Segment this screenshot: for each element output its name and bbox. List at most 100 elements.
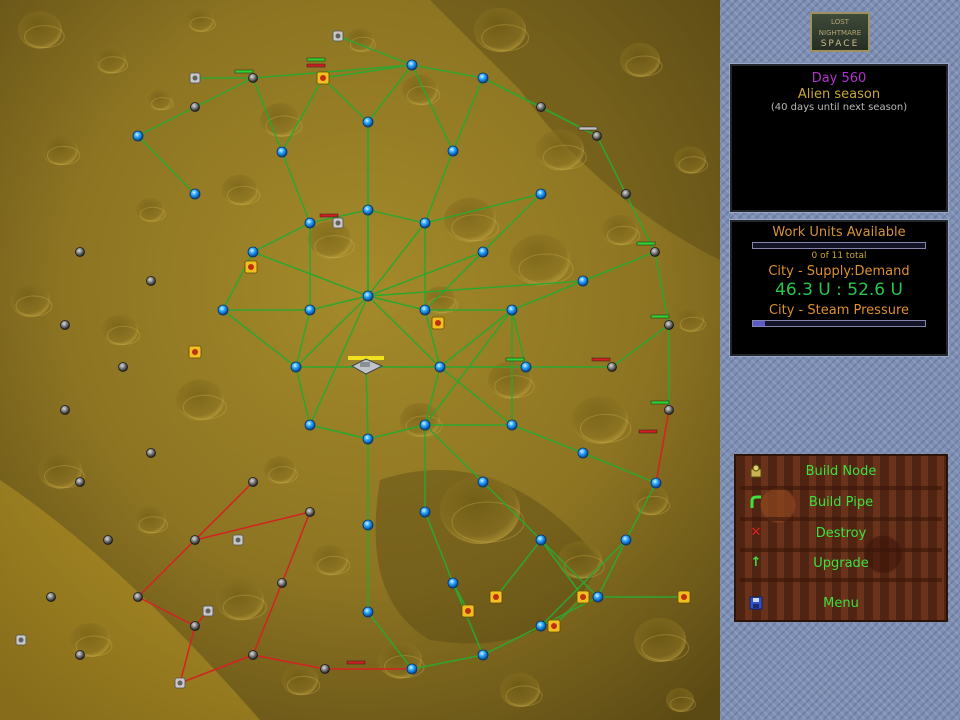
active-node[interactable] [477, 649, 489, 661]
active-node[interactable] [362, 519, 374, 531]
inactive-node[interactable] [621, 189, 631, 199]
inactive-node[interactable] [650, 247, 660, 257]
inactive-node[interactable] [133, 592, 143, 602]
game-logo-line1: LOST [831, 18, 849, 26]
inactive-node[interactable] [103, 535, 113, 545]
active-node[interactable] [304, 304, 316, 316]
active-node[interactable] [447, 577, 459, 589]
active-node[interactable] [447, 145, 459, 157]
day-counter: Day 560 [811, 71, 867, 86]
destroy-button[interactable]: ✕ Destroy [740, 522, 942, 546]
upgrade-label: Upgrade [813, 556, 869, 571]
inactive-node[interactable] [248, 477, 258, 487]
building-node[interactable] [232, 534, 244, 546]
menu-button[interactable]: Menu [740, 592, 942, 616]
inactive-node[interactable] [190, 102, 200, 112]
active-node[interactable] [362, 606, 374, 618]
active-node[interactable] [506, 419, 518, 431]
active-node[interactable] [535, 188, 547, 200]
inactive-node[interactable] [248, 650, 258, 660]
active-node[interactable] [506, 304, 518, 316]
active-node[interactable] [217, 304, 229, 316]
active-node[interactable] [362, 204, 374, 216]
active-node[interactable] [520, 361, 532, 373]
active-node[interactable] [362, 116, 374, 128]
active-node[interactable] [406, 663, 418, 675]
active-node[interactable] [592, 591, 604, 603]
node-status-bar [638, 429, 658, 434]
active-node[interactable] [276, 146, 288, 158]
inactive-node[interactable] [118, 362, 128, 372]
inactive-node[interactable] [75, 477, 85, 487]
active-node[interactable] [247, 246, 259, 258]
inactive-node[interactable] [320, 664, 330, 674]
season-panel: Day 560 Alien season (40 days until next… [730, 64, 948, 212]
inactive-node[interactable] [75, 650, 85, 660]
alien-unit[interactable] [547, 619, 561, 633]
inactive-node[interactable] [60, 320, 70, 330]
build-pipe-label: Build Pipe [808, 495, 874, 510]
active-node[interactable] [650, 477, 662, 489]
steam-pressure-bar-fill [753, 321, 766, 326]
active-node[interactable] [477, 72, 489, 84]
map-canvas[interactable] [0, 0, 720, 720]
city-chimney [360, 362, 370, 367]
active-node[interactable] [577, 447, 589, 459]
active-node[interactable] [434, 361, 446, 373]
active-node[interactable] [290, 361, 302, 373]
active-node[interactable] [535, 534, 547, 546]
building-node[interactable] [15, 634, 27, 646]
active-node[interactable] [304, 217, 316, 229]
active-node[interactable] [419, 419, 431, 431]
inactive-node[interactable] [248, 73, 258, 83]
building-node[interactable] [332, 217, 344, 229]
inactive-node[interactable] [536, 102, 546, 112]
building-node[interactable] [202, 605, 214, 617]
inactive-node[interactable] [277, 578, 287, 588]
alien-unit[interactable] [461, 604, 475, 618]
active-node[interactable] [304, 419, 316, 431]
active-node[interactable] [419, 304, 431, 316]
inactive-node[interactable] [146, 448, 156, 458]
build-node-button[interactable]: Build Node [740, 460, 942, 484]
active-node[interactable] [577, 275, 589, 287]
inactive-node[interactable] [190, 621, 200, 631]
active-node[interactable] [419, 506, 431, 518]
building-node[interactable] [332, 30, 344, 42]
alien-unit[interactable] [431, 316, 445, 330]
inactive-node[interactable] [46, 592, 56, 602]
active-node[interactable] [362, 433, 374, 445]
alien-unit[interactable] [188, 345, 202, 359]
build-pipe-button[interactable]: Build Pipe [740, 491, 942, 515]
active-node[interactable] [406, 59, 418, 71]
building-node[interactable] [174, 677, 186, 689]
active-node[interactable] [132, 130, 144, 142]
active-node[interactable] [362, 290, 374, 302]
alien-unit[interactable] [244, 260, 258, 274]
building-node[interactable] [189, 72, 201, 84]
destroy-label: Destroy [815, 526, 867, 541]
active-node[interactable] [477, 476, 489, 488]
alien-unit[interactable] [316, 71, 330, 85]
alien-unit[interactable] [576, 590, 590, 604]
inactive-node[interactable] [60, 405, 70, 415]
inactive-node[interactable] [664, 320, 674, 330]
stats-panel: Work Units Available 0 of 11 total City … [730, 220, 948, 356]
inactive-node[interactable] [75, 247, 85, 257]
upgrade-button[interactable]: ↑ Upgrade [740, 552, 942, 576]
inactive-node[interactable] [305, 507, 315, 517]
inactive-node[interactable] [190, 535, 200, 545]
active-node[interactable] [535, 620, 547, 632]
active-node[interactable] [419, 217, 431, 229]
inactive-node[interactable] [592, 131, 602, 141]
inactive-node[interactable] [607, 362, 617, 372]
active-node[interactable] [189, 188, 201, 200]
active-node[interactable] [620, 534, 632, 546]
moon-map[interactable] [0, 0, 720, 720]
inactive-node[interactable] [664, 405, 674, 415]
active-node[interactable] [477, 246, 489, 258]
inactive-node[interactable] [146, 276, 156, 286]
alien-unit[interactable] [677, 590, 691, 604]
node-status-bar [578, 126, 598, 131]
alien-unit[interactable] [489, 590, 503, 604]
